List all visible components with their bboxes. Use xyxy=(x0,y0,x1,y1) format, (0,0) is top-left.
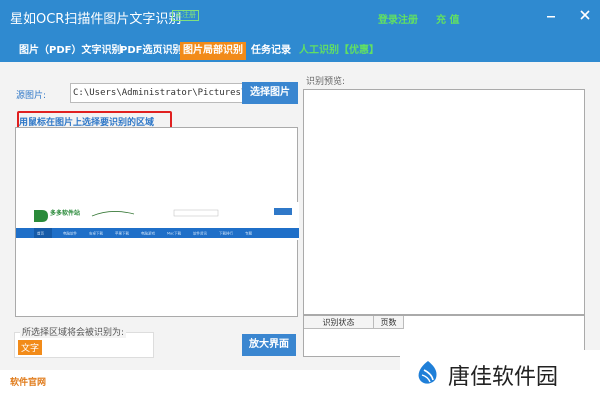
recharge-link[interactable]: 充 值 xyxy=(436,11,459,26)
thumbnail-nav-item: 首页 xyxy=(37,231,44,236)
select-image-button[interactable]: 选择图片 xyxy=(242,82,298,104)
recognition-preview-label: 识别预览: xyxy=(306,77,346,87)
text-type-badge[interactable]: 文字 xyxy=(18,340,43,355)
thumbnail-nav-item: 软件资讯 xyxy=(193,231,207,236)
pages-column-header: 页数 xyxy=(374,316,404,329)
tab-pdf-page-recognition[interactable]: PDF选页识别 xyxy=(117,42,185,60)
status-column-header: 识别状态 xyxy=(304,316,374,329)
close-icon[interactable] xyxy=(578,8,592,22)
image-canvas[interactable]: 多多软件站 首页 电脑软件 安卓下载 苹果下载 电脑游戏 Mac下载 软件资讯 下载排行 专题 xyxy=(15,127,299,317)
result-type-label: 所选择区域将会被识别为: xyxy=(20,325,127,338)
source-path-field[interactable]: C:\Users\Administrator\Pictures\微 xyxy=(70,83,246,103)
watermark-logo-icon xyxy=(418,361,437,384)
app-window: 星如OCR扫描件图片文字识别 未注册 登录注册 充 值 图片（PDF）文字识别 … xyxy=(0,0,600,400)
site-logo-icon xyxy=(34,210,48,222)
thumbnail-nav-item: 电脑游戏 xyxy=(141,231,155,236)
register-link[interactable]: 登录注册 xyxy=(378,11,418,26)
recognition-preview-box[interactable] xyxy=(303,89,585,315)
tab-manual-recognition[interactable]: 人工识别【优惠】 xyxy=(296,42,382,60)
minimize-icon[interactable] xyxy=(544,8,558,22)
thumbnail-nav-item: 安卓下载 xyxy=(89,231,103,236)
unregistered-badge: 未注册 xyxy=(172,10,199,21)
thumbnail-nav-item: 下载排行 xyxy=(219,231,233,236)
app-title: 星如OCR扫描件图片文字识别 xyxy=(10,12,182,27)
enlarge-button[interactable]: 放大界面 xyxy=(242,334,296,356)
tab-task-records[interactable]: 任务记录 xyxy=(248,42,294,60)
watermark: 唐佳软件园 xyxy=(400,350,600,400)
thumbnail-nav-item: 电脑软件 xyxy=(63,231,77,236)
thumbnail-nav-item: 苹果下载 xyxy=(115,231,129,236)
tab-bar: 图片（PDF）文字识别 PDF选页识别 图片局部识别 任务记录 人工识别【优惠】 xyxy=(0,32,600,62)
loaded-image-thumbnail: 多多软件站 首页 电脑软件 安卓下载 苹果下载 电脑游戏 Mac下载 软件资讯 下载排行 专题 xyxy=(16,202,299,240)
thumbnail-nav-item: Mac下载 xyxy=(167,231,182,236)
official-site-link[interactable]: 软件官网 xyxy=(10,375,46,388)
tab-image-region-recognition[interactable]: 图片局部识别 xyxy=(180,42,246,60)
source-image-label: 源图片: xyxy=(16,91,47,101)
watermark-text: 唐佳软件园 xyxy=(448,365,559,390)
title-bar: 星如OCR扫描件图片文字识别 未注册 登录注册 充 值 xyxy=(0,0,600,32)
thumbnail-site-name: 多多软件站 xyxy=(50,209,80,217)
tab-image-pdf-recognition[interactable]: 图片（PDF）文字识别 xyxy=(16,42,124,60)
thumbnail-nav-item: 专题 xyxy=(245,231,252,236)
